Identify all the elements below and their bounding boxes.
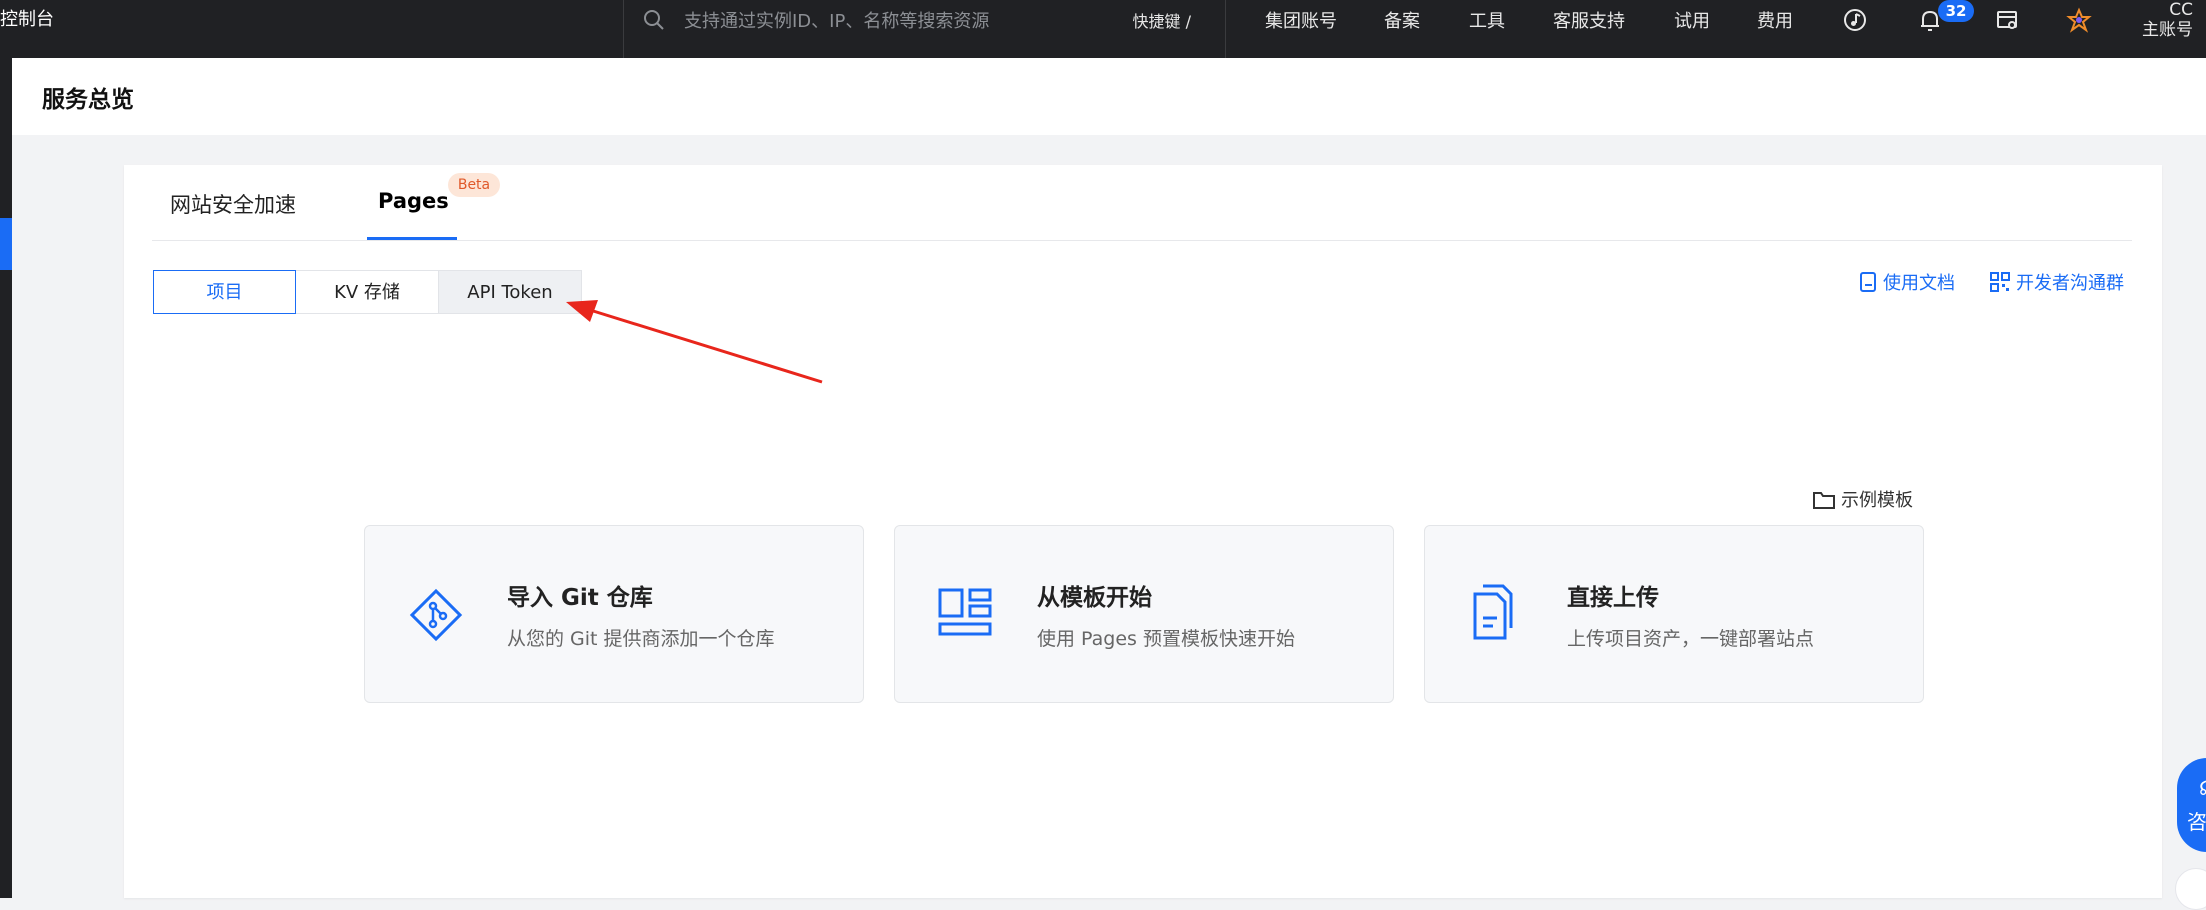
consult-label: 咨 (2187, 810, 2206, 834)
annotation-arrow (566, 300, 823, 384)
secondary-float-button[interactable] (2175, 868, 2206, 910)
headset-icon: ☊ (2199, 776, 2206, 800)
consult-float-button[interactable]: ☊ 咨 (2177, 758, 2206, 852)
